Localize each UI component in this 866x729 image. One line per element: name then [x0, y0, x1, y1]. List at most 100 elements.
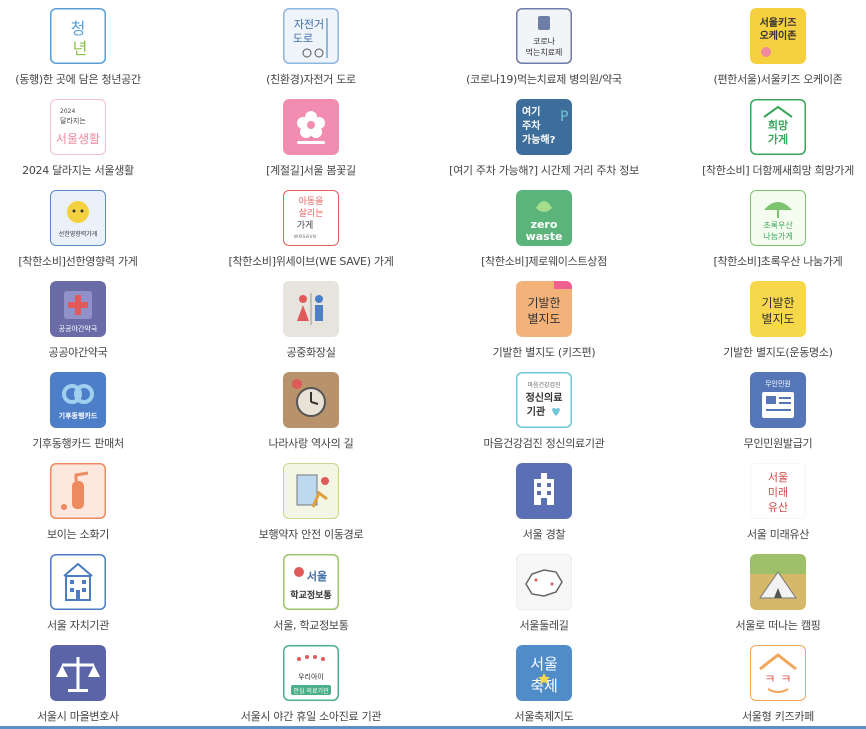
app-label[interactable]: 서울로 떠나는 캠핑: [670, 617, 866, 633]
bicycle-road-icon[interactable]: 자전거 도로: [283, 8, 339, 64]
app-tile-star-map-sports[interactable]: 기발한 별지도 기발한 별지도(운동명소): [670, 273, 866, 364]
app-label[interactable]: [계절길]서울 봄꽃길: [203, 162, 419, 178]
app-tile-camping[interactable]: 서울로 떠나는 캠핑: [670, 546, 866, 637]
svg-text:여기: 여기: [522, 105, 540, 118]
seoul-life-2024-icon[interactable]: 2024 달라지는 서울생활: [50, 99, 106, 155]
app-label[interactable]: 무인민원발급기: [670, 435, 866, 451]
app-label[interactable]: 보행약자 안전 이동경로: [203, 526, 419, 542]
app-tile-zero-waste[interactable]: zero waste [착한소비]제로웨이스트상점: [436, 182, 652, 273]
app-label[interactable]: 서울형 키즈카페: [670, 708, 866, 724]
app-tile-bicycle-road[interactable]: 자전거 도로 (친환경)자전거 도로: [203, 0, 419, 91]
app-tile-kiosk[interactable]: 무인민원 무인민원발급기: [670, 364, 866, 455]
public-restroom-icon[interactable]: [283, 281, 339, 337]
police-icon[interactable]: [516, 463, 572, 519]
app-label[interactable]: [착한소비]제로웨이스트상점: [436, 253, 652, 269]
app-label[interactable]: 서울시 마을변호사: [0, 708, 186, 724]
app-label[interactable]: 마음건강검진 정신의료기관: [436, 435, 652, 451]
mental-health-icon[interactable]: 마음건강검진 정신의료 기관: [516, 372, 572, 428]
app-tile-pediatric-clinic[interactable]: 우리아이 안심 의료기관 서울시 야간 휴일 소아진료 기관: [203, 637, 419, 728]
climate-card-icon[interactable]: 기후동행카드: [50, 372, 106, 428]
safe-route-icon[interactable]: [283, 463, 339, 519]
app-label[interactable]: 보이는 소화기: [0, 526, 186, 542]
app-label[interactable]: 서울둘레길: [436, 617, 652, 633]
app-tile-we-save[interactable]: 아동을 살리는 가게 wesave [착한소비]위세이브(WE SAVE) 가게: [203, 182, 419, 273]
app-label[interactable]: 서울 경찰: [436, 526, 652, 542]
kids-okzone-icon[interactable]: 서울키즈 오케이존: [750, 8, 806, 64]
app-label[interactable]: 2024 달라지는 서울생활: [0, 162, 186, 178]
app-label[interactable]: 기후동행카드 판매처: [0, 435, 186, 451]
parking-info-icon[interactable]: 여기 주차 가능해? P: [516, 99, 572, 155]
app-tile-history-road[interactable]: 나라사랑 역사의 길: [203, 364, 419, 455]
app-tile-hope-store[interactable]: 희망 가게 [착한소비] 더함께새희망 희망가게: [670, 91, 866, 182]
camping-icon[interactable]: [750, 554, 806, 610]
app-tile-mental-health[interactable]: 마음건강검진 정신의료 기관 마음건강검진 정신의료기관: [436, 364, 652, 455]
app-tile-good-influence[interactable]: 선한영향력가게 [착한소비]선한영향력 가게: [0, 182, 186, 273]
app-label[interactable]: 서울 자치기관: [0, 617, 186, 633]
app-tile-parking-info[interactable]: 여기 주차 가능해? P [여기 주차 가능해?] 시간제 거리 주차 정보: [436, 91, 652, 182]
app-label[interactable]: 공중화장실: [203, 344, 419, 360]
app-tile-trail-map[interactable]: 서울둘레길: [436, 546, 652, 637]
app-label[interactable]: [착한소비] 더함께새희망 희망가게: [670, 162, 866, 178]
app-tile-future-heritage[interactable]: 서울 미래 유산 서울 미래유산: [670, 455, 866, 546]
night-pharmacy-icon[interactable]: 공공야간약국: [50, 281, 106, 337]
svg-text:P: P: [560, 109, 568, 125]
future-heritage-icon[interactable]: 서울 미래 유산: [750, 463, 806, 519]
app-label[interactable]: (친환경)자전거 도로: [203, 71, 419, 87]
green-umbrella-icon[interactable]: 초록우산 나눔가게: [750, 190, 806, 246]
good-influence-icon[interactable]: 선한영향력가게: [50, 190, 106, 246]
app-label[interactable]: 기발한 별지도(운동명소): [670, 344, 866, 360]
app-tile-village-lawyer[interactable]: 서울시 마을변호사: [0, 637, 186, 728]
app-label[interactable]: 공공야간약국: [0, 344, 186, 360]
app-tile-safe-route[interactable]: 보행약자 안전 이동경로: [203, 455, 419, 546]
app-label[interactable]: (편한서울)서울키즈 오케이존: [670, 71, 866, 87]
app-tile-public-restroom[interactable]: 공중화장실: [203, 273, 419, 364]
app-tile-seoul-life-2024[interactable]: 2024 달라지는 서울생활 2024 달라지는 서울생활: [0, 91, 186, 182]
spring-flower-icon[interactable]: [283, 99, 339, 155]
kiosk-icon[interactable]: 무인민원: [750, 372, 806, 428]
app-label[interactable]: [착한소비]선한영향력 가게: [0, 253, 186, 269]
app-label[interactable]: [여기 주차 가능해?] 시간제 거리 주차 정보: [436, 162, 652, 178]
app-label[interactable]: 서울 미래유산: [670, 526, 866, 542]
youth-space-icon[interactable]: 청 년: [50, 8, 106, 64]
app-label[interactable]: (동행)한 곳에 담은 청년공간: [0, 71, 186, 87]
app-tile-festival-map[interactable]: 서울 축제 서울축제지도: [436, 637, 652, 728]
covid-medicine-icon[interactable]: 코로나 먹는치료제: [516, 8, 572, 64]
app-label[interactable]: 나라사랑 역사의 길: [203, 435, 419, 451]
zero-waste-icon[interactable]: zero waste: [516, 190, 572, 246]
star-map-kids-icon[interactable]: 기발한 별지도: [516, 281, 572, 337]
app-label[interactable]: (코로나19)먹는치료제 병의원/약국: [436, 71, 652, 87]
app-label[interactable]: 서울시 야간 휴일 소아진료 기관: [203, 708, 419, 724]
festival-map-icon[interactable]: 서울 축제: [516, 645, 572, 701]
app-tile-climate-card[interactable]: 기후동행카드 기후동행카드 판매처: [0, 364, 186, 455]
we-save-icon[interactable]: 아동을 살리는 가게 wesave: [283, 190, 339, 246]
trail-map-icon[interactable]: [516, 554, 572, 610]
kids-cafe-icon[interactable]: ㅋ ㅋ: [750, 645, 806, 701]
village-lawyer-icon[interactable]: [50, 645, 106, 701]
app-label[interactable]: 서울축제지도: [436, 708, 652, 724]
school-info-icon[interactable]: 서울 학교정보통: [283, 554, 339, 610]
app-label[interactable]: 서울, 학교정보통: [203, 617, 419, 633]
app-tile-kids-okzone[interactable]: 서울키즈 오케이존 (편한서울)서울키즈 오케이존: [670, 0, 866, 91]
app-tile-star-map-kids[interactable]: 기발한 별지도 기발한 별지도 (키즈편): [436, 273, 652, 364]
pediatric-clinic-icon[interactable]: 우리아이 안심 의료기관: [283, 645, 339, 701]
app-tile-city-hall[interactable]: 서울 자치기관: [0, 546, 186, 637]
app-tile-green-umbrella[interactable]: 초록우산 나눔가게 [착한소비]초록우산 나눔가게: [670, 182, 866, 273]
app-tile-youth-space[interactable]: 청 년 (동행)한 곳에 담은 청년공간: [0, 0, 186, 91]
app-tile-spring-flower[interactable]: [계절길]서울 봄꽃길: [203, 91, 419, 182]
fire-extinguisher-icon[interactable]: [50, 463, 106, 519]
svg-text:기발한: 기발한: [527, 296, 560, 310]
app-tile-night-pharmacy[interactable]: 공공야간약국 공공야간약국: [0, 273, 186, 364]
app-tile-school-info[interactable]: 서울 학교정보통 서울, 학교정보통: [203, 546, 419, 637]
star-map-sports-icon[interactable]: 기발한 별지도: [750, 281, 806, 337]
svg-text:서울: 서울: [530, 655, 558, 673]
app-label[interactable]: [착한소비]초록우산 나눔가게: [670, 253, 866, 269]
hope-store-icon[interactable]: 희망 가게: [750, 99, 806, 155]
app-label[interactable]: [착한소비]위세이브(WE SAVE) 가게: [203, 253, 419, 269]
app-tile-kids-cafe[interactable]: ㅋ ㅋ 서울형 키즈카페: [670, 637, 866, 728]
app-tile-fire-extinguisher[interactable]: 보이는 소화기: [0, 455, 186, 546]
app-tile-covid-medicine[interactable]: 코로나 먹는치료제 (코로나19)먹는치료제 병의원/약국: [436, 0, 652, 91]
history-road-icon[interactable]: [283, 372, 339, 428]
app-tile-police[interactable]: 서울 경찰: [436, 455, 652, 546]
city-hall-icon[interactable]: [50, 554, 106, 610]
app-label[interactable]: 기발한 별지도 (키즈편): [436, 344, 652, 360]
